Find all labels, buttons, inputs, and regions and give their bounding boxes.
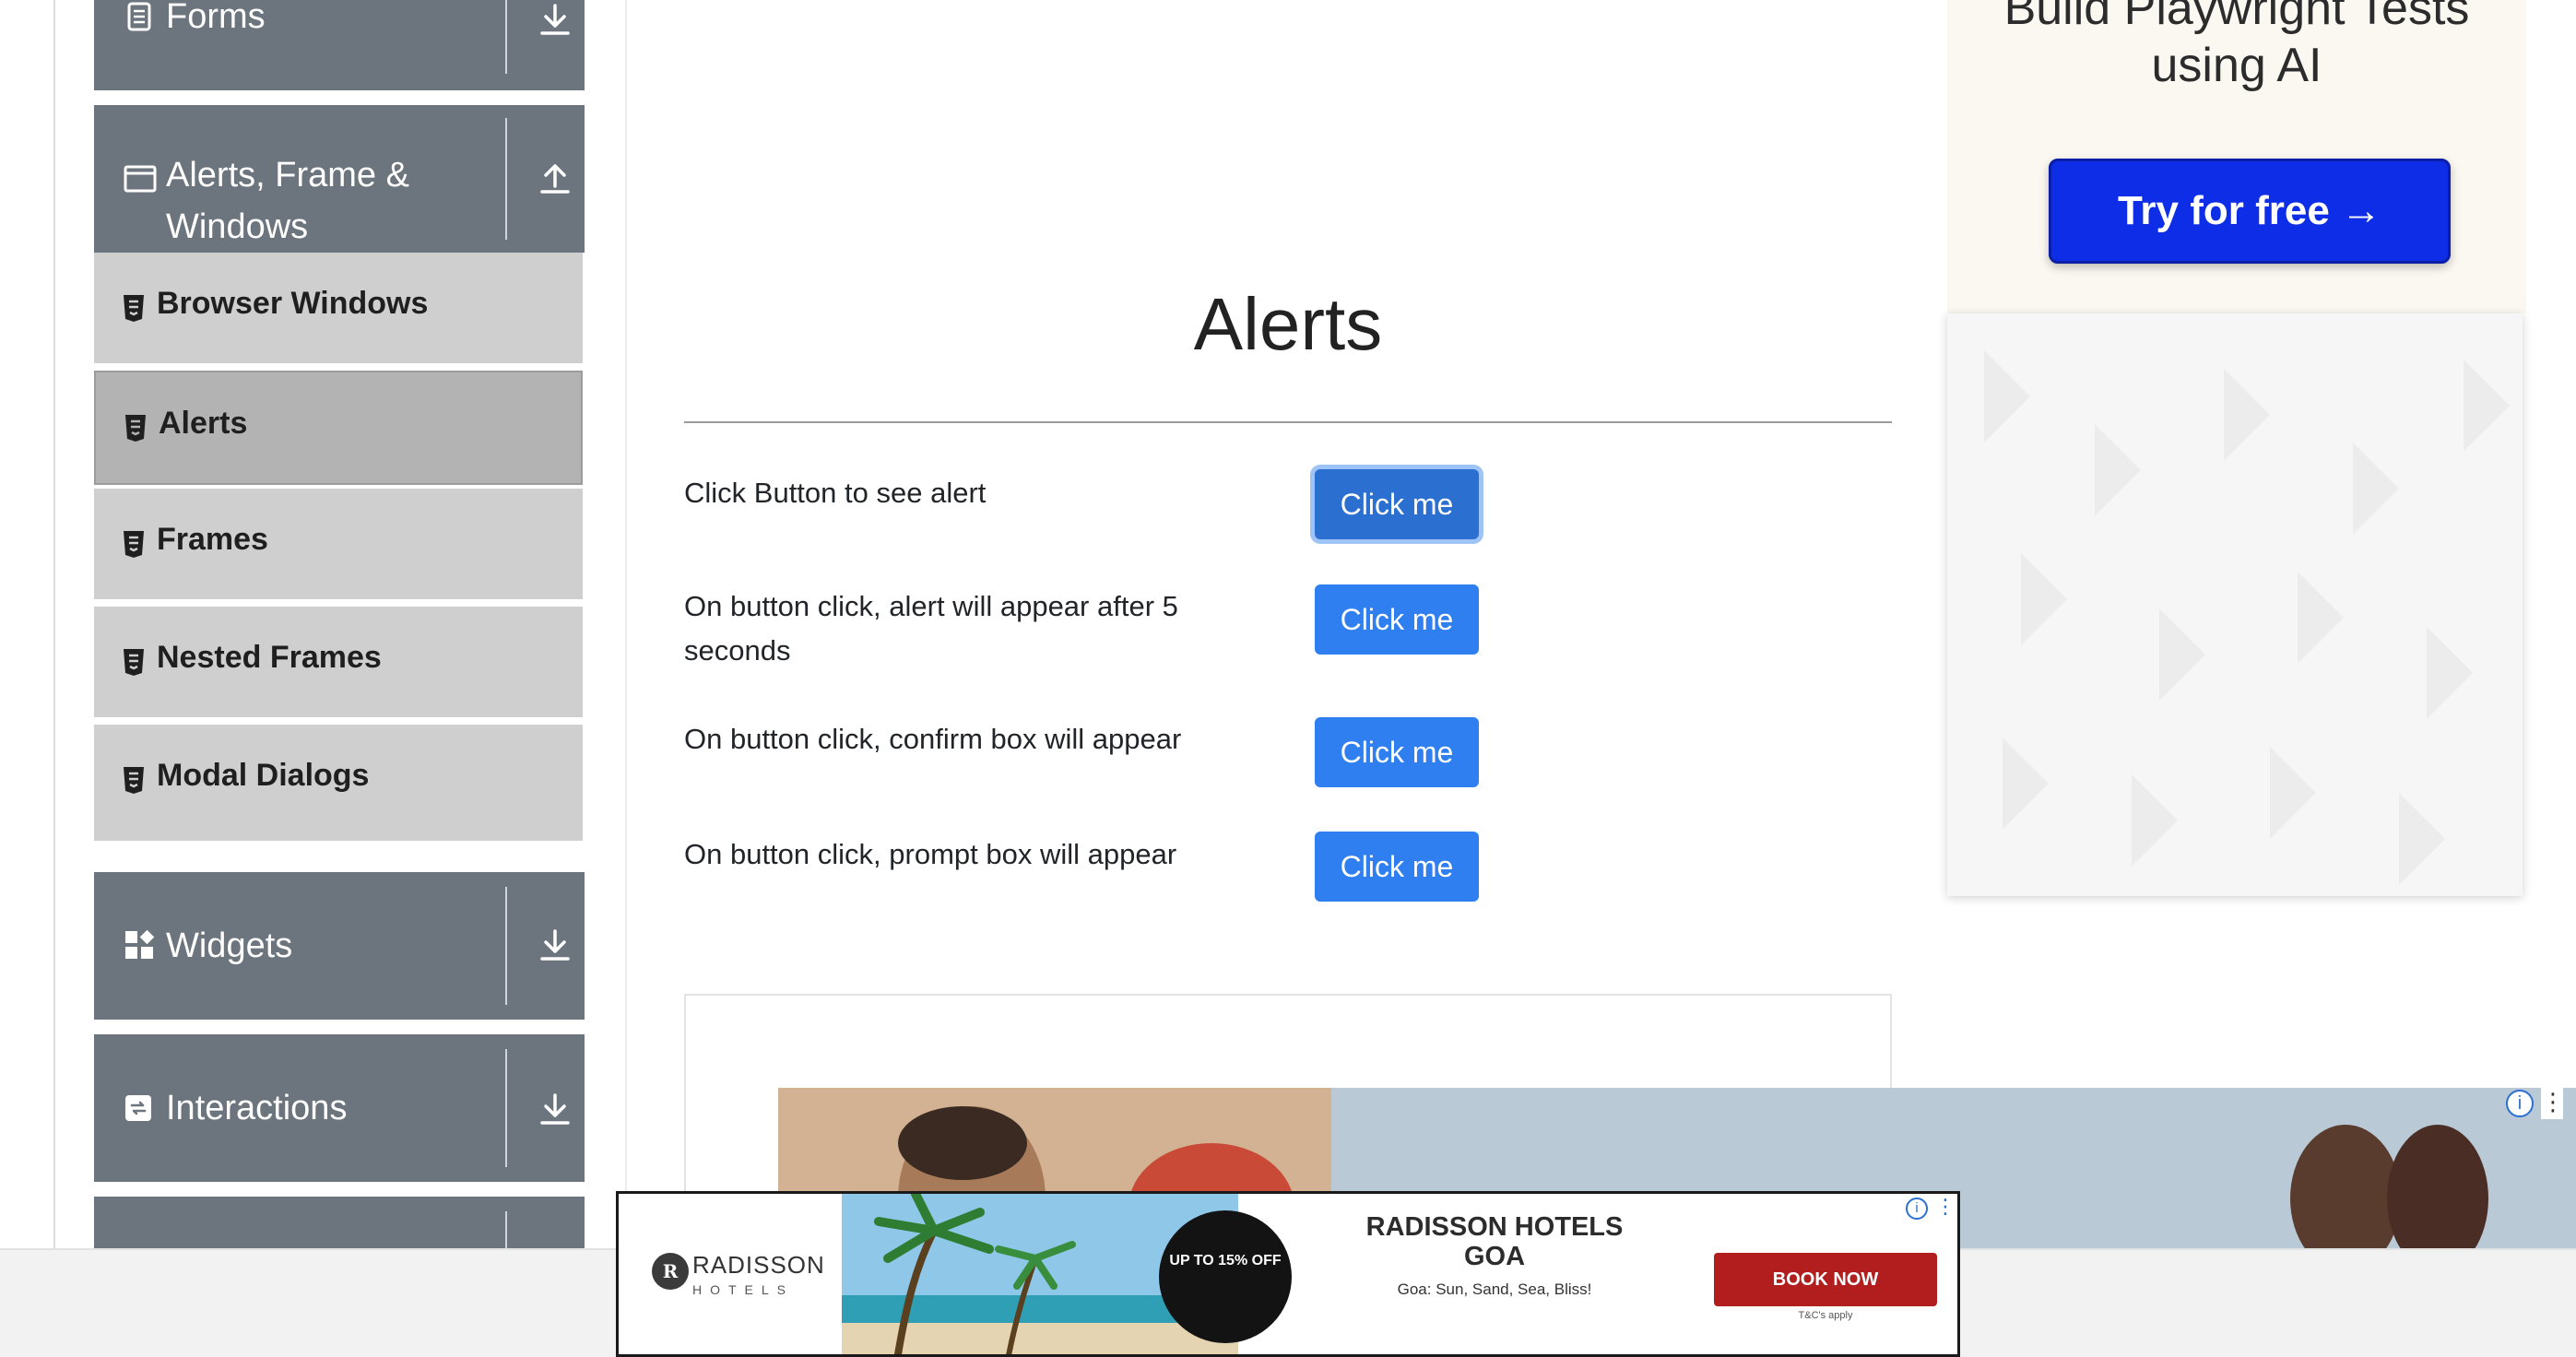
divider — [505, 118, 507, 240]
html5-icon — [124, 767, 144, 794]
download-arrow-icon[interactable] — [535, 0, 575, 41]
sidebar-item-alerts[interactable]: Alerts — [94, 371, 583, 485]
download-arrow-icon[interactable] — [535, 926, 575, 966]
confirm-button[interactable]: Click me — [1315, 717, 1479, 787]
alert-button[interactable]: Click me — [1315, 469, 1479, 539]
confirm-row-label: On button click, confirm box will appear — [684, 723, 1182, 755]
html5-icon — [124, 295, 144, 322]
ad-title: RADISSON HOTELS GOA — [1365, 1212, 1624, 1271]
book-now-button[interactable]: BOOK NOW — [1714, 1253, 1937, 1306]
prompt-row-label: On button click, prompt box will appear — [684, 838, 1177, 870]
triangle-pattern-background — [1984, 350, 2510, 885]
upload-arrow-icon[interactable] — [535, 159, 575, 199]
divider — [505, 0, 507, 74]
html5-icon — [125, 415, 146, 442]
sticky-ad[interactable]: R RADISSON HOTELS UP TO 15% OFF RADISSON… — [616, 1191, 1960, 1357]
sidebar-group-interactions[interactable]: Interactions — [94, 1034, 585, 1182]
divider — [505, 887, 507, 1005]
ad-banner-pattern — [1947, 313, 2523, 896]
timer-alert-row-label: On button click, alert will appear after… — [684, 590, 1178, 667]
html5-icon — [124, 531, 144, 558]
sidebar-item-browser-windows[interactable]: Browser Windows — [94, 253, 583, 367]
sidebar-item-label: Alerts — [159, 406, 248, 441]
document-icon — [127, 2, 151, 31]
sidebar-item-modal-dialogs[interactable]: Modal Dialogs — [94, 725, 583, 841]
sidebar-group-label: Forms — [166, 0, 266, 36]
ad-menu-icon[interactable]: ⋮ — [2541, 1088, 2565, 1119]
window-icon — [124, 165, 157, 193]
ad-info-icon[interactable]: i — [2506, 1090, 2534, 1117]
prompt-button[interactable]: Click me — [1315, 832, 1479, 902]
ad-brand-sub: HOTELS — [692, 1282, 795, 1297]
sidebar-group-widgets[interactable]: Widgets — [94, 872, 585, 1020]
sidebar-left-border — [53, 0, 55, 1248]
try-for-free-button[interactable]: Try for free → — [2049, 159, 2451, 264]
discount-badge: UP TO 15% OFF — [1159, 1210, 1292, 1343]
sidebar-group-next[interactable] — [94, 1197, 585, 1252]
svg-text:R: R — [663, 1260, 679, 1282]
divider — [505, 1049, 507, 1167]
sidebar-group-label: Widgets — [166, 926, 293, 965]
timer-alert-button[interactable]: Click me — [1315, 584, 1479, 655]
ad-menu-icon[interactable]: ⋮ — [1935, 1194, 1956, 1221]
divider — [505, 1211, 507, 1252]
page-title: Alerts — [1193, 283, 1383, 365]
ad-info-icon[interactable]: i — [1906, 1198, 1928, 1220]
sidebar-item-label: Nested Frames — [157, 640, 382, 675]
html5-icon — [124, 649, 144, 676]
sidebar-item-nested-frames[interactable]: Nested Frames — [94, 607, 583, 721]
title-divider — [684, 421, 1892, 423]
sidebar-item-frames[interactable]: Frames — [94, 489, 583, 603]
sidebar-right-border — [625, 0, 627, 1248]
alert-row-label: Click Button to see alert — [684, 477, 987, 509]
ad-brand-name: RADISSON — [692, 1251, 825, 1279]
sidebar-group-alerts-frame-windows[interactable]: Alerts, Frame & Windows — [94, 105, 585, 253]
widgets-icon — [125, 929, 155, 959]
ad-headline: Build Playwright Tests using AI — [2003, 0, 2470, 92]
terms-text: T&C's apply — [1798, 1310, 1853, 1321]
sidebar-item-label: Frames — [157, 522, 268, 557]
ad-subtitle: Goa: Sun, Sand, Sea, Bliss! — [1397, 1280, 1592, 1298]
interactions-icon — [125, 1095, 151, 1121]
sidebar-group-forms[interactable]: Forms — [94, 0, 585, 90]
sidebar-group-label: Alerts, Frame & Windows — [166, 156, 409, 246]
sidebar-item-label: Browser Windows — [157, 286, 429, 321]
sidebar-item-label: Modal Dialogs — [157, 758, 370, 793]
download-arrow-icon[interactable] — [535, 1090, 575, 1130]
sidebar-group-label: Interactions — [166, 1089, 348, 1127]
